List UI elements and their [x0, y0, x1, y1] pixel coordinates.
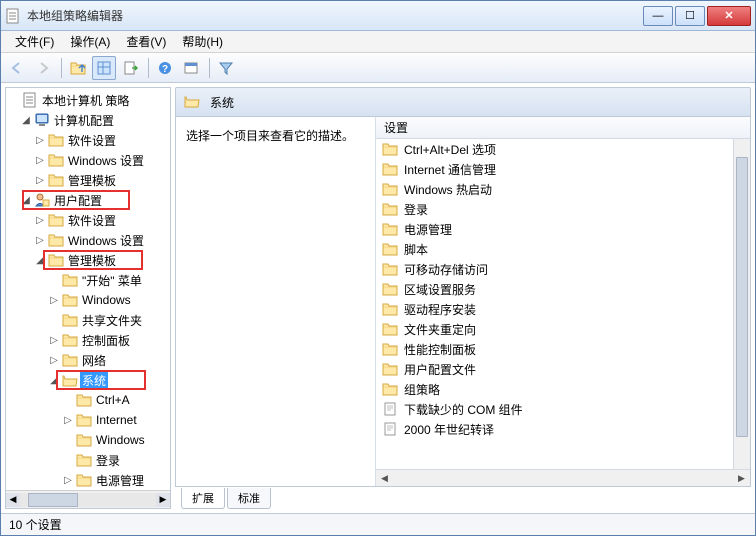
tree-power[interactable]: ▷电源管理: [6, 470, 170, 490]
tree-panel: 本地计算机 策略 ◢计算机配置 ▷软件设置 ▷Windows 设置 ▷管理模板 …: [5, 87, 171, 509]
toolbar: ?: [1, 53, 755, 83]
folder-icon: [382, 201, 398, 217]
title-bar: 本地组策略编辑器 — ☐ ✕: [1, 1, 755, 31]
menu-help[interactable]: 帮助(H): [174, 31, 231, 52]
list-item[interactable]: Internet 通信管理: [376, 159, 750, 179]
list-item[interactable]: 登录: [376, 199, 750, 219]
status-bar: 10 个设置: [1, 513, 755, 535]
tree-computer-config[interactable]: ◢计算机配置: [6, 110, 170, 130]
list-item[interactable]: 驱动程序安装: [376, 299, 750, 319]
tree-root[interactable]: 本地计算机 策略: [6, 90, 170, 110]
tree-start[interactable]: "开始" 菜单: [6, 270, 170, 290]
list-item[interactable]: 组策略: [376, 379, 750, 399]
folder-icon: [382, 161, 398, 177]
list-item[interactable]: 2000 年世纪转译: [376, 419, 750, 439]
tree-win1[interactable]: ▷Windows 设置: [6, 150, 170, 170]
folder-icon: [382, 261, 398, 277]
menu-bar: 文件(F) 操作(A) 查看(V) 帮助(H): [1, 31, 755, 53]
folder-icon: [382, 301, 398, 317]
tree-network[interactable]: ▷网络: [6, 350, 170, 370]
tree-windows[interactable]: ▷Windows: [6, 290, 170, 310]
page-icon: [382, 401, 398, 417]
export-button[interactable]: [118, 56, 142, 80]
list-item[interactable]: 区域设置服务: [376, 279, 750, 299]
tree-login[interactable]: 登录: [6, 450, 170, 470]
folder-icon: [382, 241, 398, 257]
app-icon: [5, 8, 21, 24]
content-title: 系统: [210, 94, 234, 111]
folder-icon: [184, 93, 202, 111]
description-pane: 选择一个项目来查看它的描述。: [176, 117, 376, 486]
folder-icon: [382, 341, 398, 357]
properties-button[interactable]: [179, 56, 203, 80]
tree-ctrla[interactable]: Ctrl+A: [6, 390, 170, 410]
content-header: 系统: [175, 87, 751, 117]
minimize-button[interactable]: —: [643, 6, 673, 26]
tree-win2[interactable]: ▷Windows 设置: [6, 230, 170, 250]
menu-file[interactable]: 文件(F): [7, 31, 62, 52]
forward-button[interactable]: [31, 56, 55, 80]
list-item[interactable]: Ctrl+Alt+Del 选项: [376, 139, 750, 159]
page-icon: [382, 421, 398, 437]
tree-admin2[interactable]: ◢管理模板: [6, 250, 170, 270]
svg-text:?: ?: [162, 64, 168, 75]
tree-hscroll[interactable]: ◀ ▶: [6, 490, 170, 508]
folder-icon: [382, 321, 398, 337]
tree-admin1[interactable]: ▷管理模板: [6, 170, 170, 190]
back-button[interactable]: [5, 56, 29, 80]
detail-button[interactable]: [92, 56, 116, 80]
description-text: 选择一个项目来查看它的描述。: [186, 127, 365, 144]
list-item[interactable]: 可移动存储访问: [376, 259, 750, 279]
up-button[interactable]: [66, 56, 90, 80]
list-item[interactable]: 电源管理: [376, 219, 750, 239]
folder-icon: [382, 361, 398, 377]
list-hscroll[interactable]: ◀▶: [376, 469, 750, 486]
close-button[interactable]: ✕: [707, 6, 751, 26]
list-vscroll[interactable]: [733, 139, 750, 469]
tree-sw2[interactable]: ▷软件设置: [6, 210, 170, 230]
menu-action[interactable]: 操作(A): [62, 31, 118, 52]
folder-icon: [382, 141, 398, 157]
list-item[interactable]: Windows 热启动: [376, 179, 750, 199]
filter-button[interactable]: [214, 56, 238, 80]
list-item[interactable]: 下载缺少的 COM 组件: [376, 399, 750, 419]
menu-view[interactable]: 查看(V): [118, 31, 174, 52]
folder-icon: [382, 281, 398, 297]
tree-control[interactable]: ▷控制面板: [6, 330, 170, 350]
window-title: 本地组策略编辑器: [27, 7, 641, 24]
tree-share[interactable]: 共享文件夹: [6, 310, 170, 330]
list-header-settings[interactable]: 设置: [376, 117, 750, 139]
list-item[interactable]: 文件夹重定向: [376, 319, 750, 339]
list-item[interactable]: 脚本: [376, 239, 750, 259]
status-text: 10 个设置: [9, 516, 62, 533]
maximize-button[interactable]: ☐: [675, 6, 705, 26]
list-item[interactable]: 性能控制面板: [376, 339, 750, 359]
list-item[interactable]: 用户配置文件: [376, 359, 750, 379]
folder-icon: [382, 181, 398, 197]
tree-winb[interactable]: Windows: [6, 430, 170, 450]
folder-icon: [382, 381, 398, 397]
tabs: 扩展 标准: [175, 487, 751, 509]
tab-standard[interactable]: 标准: [227, 488, 271, 509]
folder-icon: [382, 221, 398, 237]
tree-user-config[interactable]: ◢用户配置: [6, 190, 170, 210]
help-button[interactable]: ?: [153, 56, 177, 80]
tree-intern[interactable]: ▷Internet: [6, 410, 170, 430]
tree-system[interactable]: ◢系统: [6, 370, 170, 390]
tree-sw1[interactable]: ▷软件设置: [6, 130, 170, 150]
tab-extended[interactable]: 扩展: [181, 488, 225, 509]
